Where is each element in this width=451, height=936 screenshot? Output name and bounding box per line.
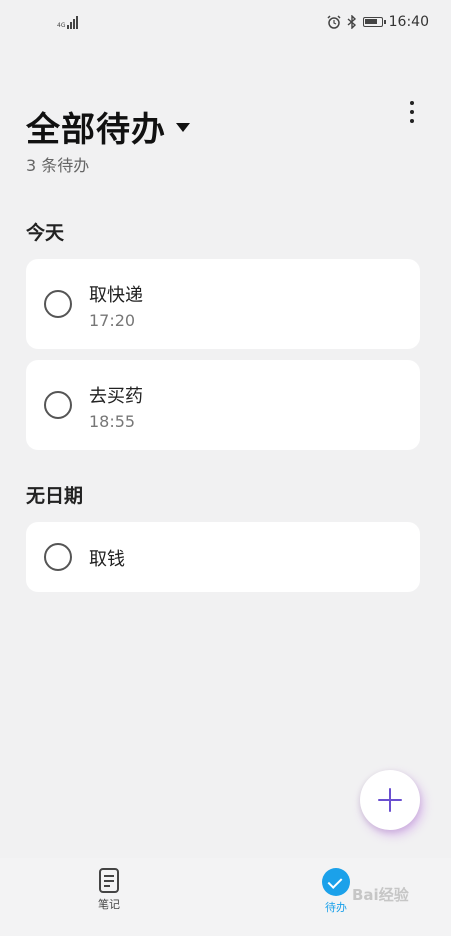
nav-todo-label: 待办 bbox=[325, 901, 347, 914]
status-right: 16:40 bbox=[327, 14, 429, 30]
todo-time: 17:20 bbox=[89, 311, 136, 330]
add-todo-button[interactable] bbox=[360, 770, 420, 830]
list-filter-dropdown[interactable]: 全部待办 bbox=[26, 102, 190, 151]
checkbox-circle-icon[interactable] bbox=[44, 391, 72, 419]
watermark: Bai经验 bbox=[352, 886, 409, 904]
todo-item[interactable]: 去买药 18:55 bbox=[26, 360, 420, 450]
status-bar: 4G 16:40 bbox=[0, 0, 451, 48]
nav-notes[interactable]: 笔记 bbox=[69, 868, 149, 912]
checkbox-circle-icon[interactable] bbox=[44, 290, 72, 318]
checkbox-circle-icon[interactable] bbox=[44, 543, 72, 571]
nav-notes-label: 笔记 bbox=[98, 898, 120, 911]
bluetooth-icon bbox=[347, 15, 356, 29]
signal-icon: 4G bbox=[57, 16, 79, 29]
page-title: 全部待办 bbox=[26, 110, 166, 150]
status-time: 16:40 bbox=[388, 14, 429, 30]
todo-title: 取快递 bbox=[89, 285, 143, 306]
todo-screen: 4G 16:40 全部待办 3 条待办 今天 取快递 17:20 去买药 18:… bbox=[0, 0, 451, 936]
todo-item[interactable]: 取快递 17:20 bbox=[26, 259, 420, 349]
dropdown-caret-icon bbox=[176, 123, 190, 132]
todo-count: 3 条待办 bbox=[26, 156, 90, 175]
alarm-icon bbox=[327, 15, 341, 29]
section-header-today: 今天 bbox=[26, 222, 65, 244]
todo-time: 18:55 bbox=[89, 412, 136, 431]
todo-item[interactable]: 取钱 bbox=[26, 522, 420, 592]
battery-icon bbox=[362, 17, 386, 27]
section-header-no-date: 无日期 bbox=[26, 485, 84, 507]
more-options-button[interactable] bbox=[398, 96, 426, 128]
notes-icon bbox=[99, 868, 119, 893]
network-type: 4G bbox=[57, 22, 66, 29]
todo-title: 取钱 bbox=[89, 549, 125, 570]
todo-check-icon bbox=[322, 868, 350, 896]
more-vertical-icon bbox=[410, 101, 414, 105]
todo-title: 去买药 bbox=[89, 386, 143, 407]
